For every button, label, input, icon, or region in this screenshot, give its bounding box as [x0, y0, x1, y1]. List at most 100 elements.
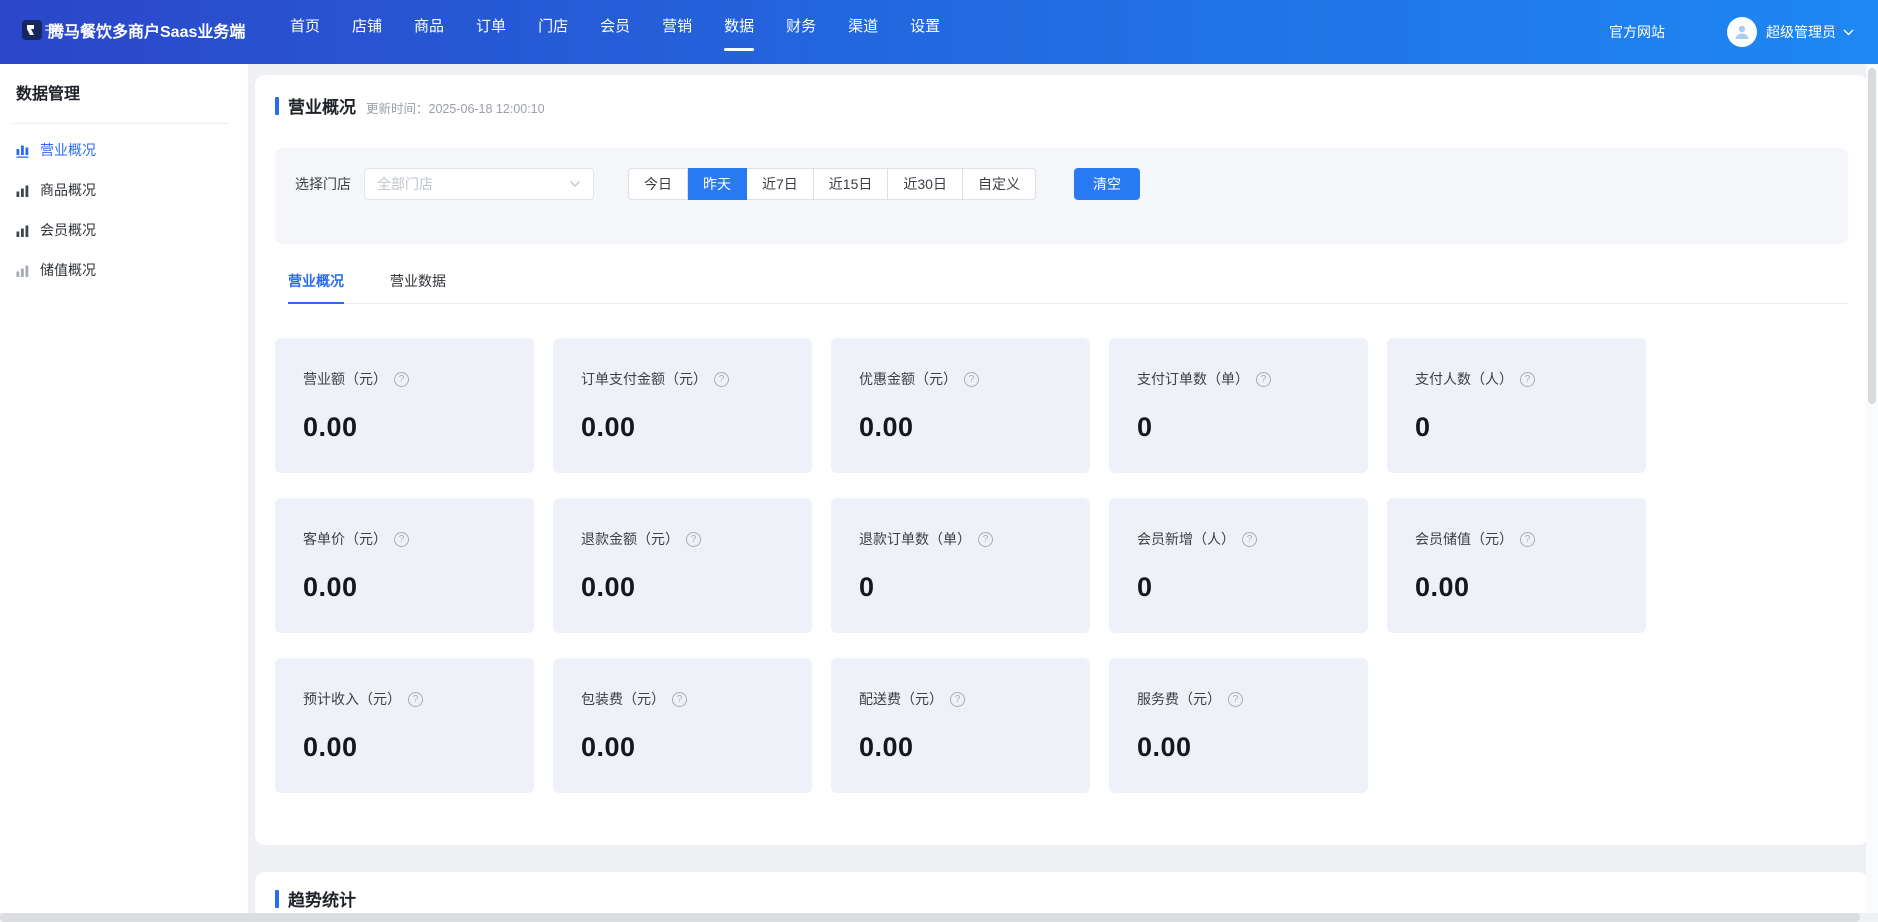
stat-value: 0 — [1137, 572, 1358, 603]
nav-item-store[interactable]: 门店 — [522, 0, 584, 64]
official-site-link[interactable]: 官方网站 — [1609, 22, 1665, 42]
range-button-last15days[interactable]: 近15日 — [814, 168, 889, 200]
title-accent-bar — [275, 890, 279, 908]
stat-value: 0.00 — [859, 412, 1080, 443]
help-icon[interactable]: ? — [1520, 372, 1535, 387]
store-select-label: 选择门店 — [295, 168, 351, 200]
brand-logo-glyph — [26, 24, 38, 36]
bar-chart-icon — [16, 223, 31, 238]
nav-item-settings[interactable]: 设置 — [894, 0, 956, 64]
active-nav-underline — [724, 48, 754, 51]
help-icon[interactable]: ? — [1520, 532, 1535, 547]
horizontal-scrollbar-thumb[interactable] — [0, 913, 1860, 922]
help-icon[interactable]: ? — [686, 532, 701, 547]
sidebar-item-member-overview[interactable]: 会员概况 — [0, 210, 248, 250]
help-icon[interactable]: ? — [978, 532, 993, 547]
help-icon[interactable]: ? — [1256, 372, 1271, 387]
section-header: 营业概况 更新时间：2025-06-18 12:00:10 — [255, 75, 1868, 118]
store-select[interactable]: 全部门店 — [364, 168, 594, 200]
sidebar-item-stored-value-overview[interactable]: 储值概况 — [0, 250, 248, 290]
help-icon[interactable]: ? — [1228, 692, 1243, 707]
stat-label: 支付人数（人） — [1415, 369, 1513, 389]
business-overview-panel: 营业概况 更新时间：2025-06-18 12:00:10 选择门店 全部门店 … — [255, 75, 1868, 845]
horizontal-scrollbar[interactable] — [0, 913, 1878, 922]
tab-business-overview[interactable]: 营业概况 — [288, 271, 344, 304]
help-icon[interactable]: ? — [394, 532, 409, 547]
help-icon[interactable]: ? — [1242, 532, 1257, 547]
stat-label: 退款订单数（单） — [859, 529, 971, 549]
brand-title: 腾马餐饮多商户Saas业务端 — [48, 22, 248, 44]
stat-label: 订单支付金额（元） — [581, 369, 707, 389]
stat-label: 优惠金额（元） — [859, 369, 957, 389]
nav-item-finance[interactable]: 财务 — [770, 0, 832, 64]
nav-item-marketing[interactable]: 营销 — [646, 0, 708, 64]
bar-chart-icon — [16, 183, 31, 198]
store-select-placeholder: 全部门店 — [377, 174, 433, 194]
stat-label-row: 退款金额（元）? — [581, 529, 802, 549]
sidebar-item-business-overview[interactable]: 营业概况 — [0, 130, 248, 170]
stat-label: 营业额（元） — [303, 369, 387, 389]
stat-card: 退款金额（元）? 0.00 — [553, 498, 812, 633]
stat-value: 0.00 — [1415, 572, 1636, 603]
stat-label: 支付订单数（单） — [1137, 369, 1249, 389]
help-icon[interactable]: ? — [394, 372, 409, 387]
section-header: 趋势统计 — [255, 872, 1868, 911]
vertical-scrollbar[interactable] — [1866, 64, 1878, 913]
sidebar-item-label: 会员概况 — [40, 220, 96, 240]
stat-label: 配送费（元） — [859, 689, 943, 709]
help-icon[interactable]: ? — [672, 692, 687, 707]
stat-card: 会员新增（人）? 0 — [1109, 498, 1368, 633]
brand-logo-tagline — [45, 25, 61, 33]
stat-value: 0.00 — [581, 732, 802, 763]
stat-card: 包装费（元）?0.00 — [553, 658, 812, 793]
user-menu[interactable]: 超级管理员 — [1727, 17, 1854, 47]
clear-button[interactable]: 清空 — [1074, 168, 1140, 200]
brand[interactable]: 腾马餐饮多商户Saas业务端 — [22, 20, 260, 44]
bar-chart-icon — [16, 143, 31, 158]
range-button-custom[interactable]: 自定义 — [963, 168, 1036, 200]
stat-card: 退款订单数（单）?0 — [831, 498, 1090, 633]
date-range-group: 今日昨天近7日近15日近30日自定义 — [628, 168, 1036, 200]
brand-logo-icon — [22, 20, 42, 40]
nav-item-order[interactable]: 订单 — [460, 0, 522, 64]
help-icon[interactable]: ? — [950, 692, 965, 707]
user-icon — [1733, 23, 1751, 41]
stat-label-row: 服务费（元）? — [1137, 689, 1358, 709]
sidebar-item-goods-overview[interactable]: 商品概况 — [0, 170, 248, 210]
stat-card: 支付人数（人）?0 — [1387, 338, 1646, 473]
help-icon[interactable]: ? — [714, 372, 729, 387]
nav-item-goods[interactable]: 商品 — [398, 0, 460, 64]
sidebar-item-label: 营业概况 — [40, 140, 96, 160]
range-button-today[interactable]: 今日 — [628, 168, 688, 200]
sidebar: 数据管理 营业概况商品概况会员概况储值概况 — [0, 64, 248, 913]
range-button-last30days[interactable]: 近30日 — [888, 168, 963, 200]
stat-value: 0.00 — [581, 412, 802, 443]
stat-label: 预计收入（元） — [303, 689, 401, 709]
nav-item-shop[interactable]: 店铺 — [336, 0, 398, 64]
sidebar-item-label: 商品概况 — [40, 180, 96, 200]
help-icon[interactable]: ? — [408, 692, 423, 707]
nav-item-data[interactable]: 数据 — [708, 0, 770, 64]
nav-item-member[interactable]: 会员 — [584, 0, 646, 64]
stat-value: 0 — [1137, 412, 1358, 443]
vertical-scrollbar-thumb[interactable] — [1868, 68, 1876, 404]
range-button-last7days[interactable]: 近7日 — [747, 168, 814, 200]
range-button-yesterday[interactable]: 昨天 — [688, 168, 747, 200]
stat-label-row: 退款订单数（单）? — [859, 529, 1080, 549]
stat-card: 配送费（元）?0.00 — [831, 658, 1090, 793]
stat-label-row: 支付人数（人）? — [1415, 369, 1636, 389]
updated-label: 更新时间： — [366, 102, 429, 116]
stat-card: 支付订单数（单）? 0 — [1109, 338, 1368, 473]
stat-label-row: 会员储值（元）? — [1415, 529, 1636, 549]
tab-business-data[interactable]: 营业数据 — [390, 271, 446, 304]
stat-label-row: 营业额（元）? — [303, 369, 524, 389]
avatar — [1727, 17, 1757, 47]
help-icon[interactable]: ? — [964, 372, 979, 387]
nav-item-home[interactable]: 首页 — [274, 0, 336, 64]
stat-value: 0.00 — [581, 572, 802, 603]
title-accent-bar — [275, 97, 279, 115]
stat-label: 会员新增（人） — [1137, 529, 1235, 549]
stat-label-row: 客单价（元）? — [303, 529, 524, 549]
stat-label-row: 预计收入（元）? — [303, 689, 524, 709]
nav-item-channel[interactable]: 渠道 — [832, 0, 894, 64]
